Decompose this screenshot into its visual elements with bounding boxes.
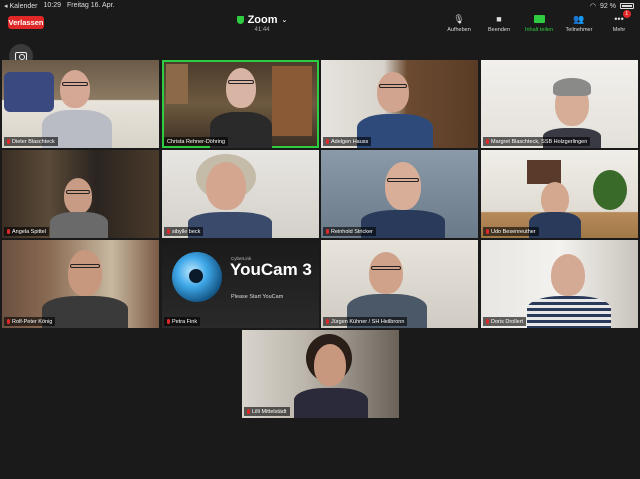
- participant-name: Petra Fink: [164, 317, 201, 326]
- participant-name: Margret Blaschteck, SSB Holzgerlingen: [483, 137, 591, 146]
- youcam-subtitle: Please Start YouCam: [231, 294, 284, 300]
- video-tile[interactable]: Rolf-Peter König: [2, 240, 159, 328]
- status-bar: ◂ Kalender 10:29 Freitag 16. Apr. ◠ 92 %: [0, 0, 640, 12]
- video-tile[interactable]: Angela Spittel: [2, 150, 159, 238]
- share-content-button[interactable]: Inhalt teilen: [522, 12, 556, 33]
- video-tile[interactable]: Doris Drollert: [481, 240, 638, 328]
- meeting-title[interactable]: Zoom ⌄ 41:44: [232, 14, 292, 33]
- participants-icon: 👥: [573, 13, 585, 24]
- muted-mic-icon: [326, 319, 329, 324]
- toolbar: 🎙 Aufheben ■ Beenden Inhalt teilen 👥 Tei…: [442, 10, 636, 34]
- wifi-icon: ◠: [589, 3, 597, 10]
- participant-video: [321, 150, 478, 238]
- participant-name: Rolf-Peter König: [4, 317, 56, 326]
- video-tile-youcam[interactable]: CyberLink YouCam 3 Please Start YouCam P…: [162, 240, 319, 328]
- more-icon: ••• 1: [614, 10, 631, 26]
- video-tile-active-speaker[interactable]: Christa Rehner-Döhring: [162, 60, 319, 148]
- shield-icon: [236, 16, 244, 24]
- battery-percent: 92 %: [600, 2, 616, 10]
- muted-mic-icon: [486, 139, 489, 144]
- muted-mic-icon: [486, 229, 489, 234]
- participants-button[interactable]: 👥 Teilnehmer: [562, 12, 596, 34]
- unmute-button[interactable]: 🎙 Aufheben: [442, 12, 476, 34]
- participant-video: [481, 60, 638, 148]
- leave-button[interactable]: Verlassen: [8, 16, 44, 29]
- video-tile[interactable]: Jürgen Kühner / SH Heilbronn: [321, 240, 478, 328]
- participant-video: [2, 60, 159, 148]
- participant-video: [242, 330, 399, 418]
- participant-video: [481, 150, 638, 238]
- more-button[interactable]: ••• 1 Mehr: [602, 10, 636, 33]
- participant-video: [321, 60, 478, 148]
- participant-video: [321, 240, 478, 328]
- battery-icon: [620, 3, 634, 9]
- muted-mic-icon: [247, 409, 250, 414]
- muted-mic-icon: [7, 319, 10, 324]
- participant-name: Christa Rehner-Döhring: [164, 137, 229, 146]
- muted-mic-icon: [167, 229, 170, 234]
- video-tile[interactable]: Udo Besenreuther: [481, 150, 638, 238]
- video-icon: ■: [496, 14, 502, 24]
- muted-mic-icon: [486, 319, 489, 324]
- video-tile[interactable]: Reinhold Stricker: [321, 150, 478, 238]
- participant-name: Jürgen Kühner / SH Heilbronn: [323, 317, 408, 326]
- video-tile[interactable]: Adelgen Hauss: [321, 60, 478, 148]
- participant-video: [2, 150, 159, 238]
- participant-video: [162, 150, 319, 238]
- meeting-title-text: Zoom: [247, 14, 278, 26]
- muted-mic-icon: [7, 139, 10, 144]
- participant-name: Reinhold Stricker: [323, 227, 376, 236]
- clock: 10:29: [43, 2, 62, 9]
- participant-name: Lilli Mittelstädt: [244, 407, 290, 416]
- video-tile[interactable]: Dieter Blaschteck: [2, 60, 159, 148]
- mic-icon: 🎙: [453, 13, 465, 24]
- muted-mic-icon: [7, 229, 10, 234]
- participant-video: [481, 240, 638, 328]
- participant-name: Angela Spittel: [4, 227, 49, 236]
- muted-mic-icon: [167, 319, 170, 324]
- meeting-timer: 41:44: [254, 27, 270, 33]
- participant-video: [2, 240, 159, 328]
- notification-badge: 1: [622, 10, 631, 18]
- youcam-logo-icon: [172, 252, 222, 302]
- participant-video: [162, 60, 319, 148]
- video-tile[interactable]: Margret Blaschteck, SSB Holzgerlingen: [481, 60, 638, 148]
- muted-mic-icon: [326, 229, 329, 234]
- participant-name: Doris Drollert: [483, 317, 527, 326]
- video-tile[interactable]: Lilli Mittelstädt: [242, 330, 399, 418]
- youcam-title: YouCam 3: [230, 260, 312, 279]
- participant-name: Dieter Blaschteck: [4, 137, 58, 146]
- chevron-down-icon: ⌄: [281, 17, 288, 24]
- back-to-app-link[interactable]: ◂ Kalender: [4, 2, 37, 10]
- participant-name: Adelgen Hauss: [323, 137, 372, 146]
- muted-mic-icon: [326, 139, 329, 144]
- video-tile[interactable]: sibylle beck: [162, 150, 319, 238]
- participant-name: Udo Besenreuther: [483, 227, 539, 236]
- participant-name: sibylle beck: [164, 227, 204, 236]
- stop-video-button[interactable]: ■ Beenden: [482, 12, 516, 33]
- meeting-header: Verlassen Zoom ⌄ 41:44 🎙 Aufheben ■ Been…: [0, 10, 640, 40]
- date: Freitag 16. Apr.: [67, 2, 115, 9]
- share-icon: [533, 12, 545, 26]
